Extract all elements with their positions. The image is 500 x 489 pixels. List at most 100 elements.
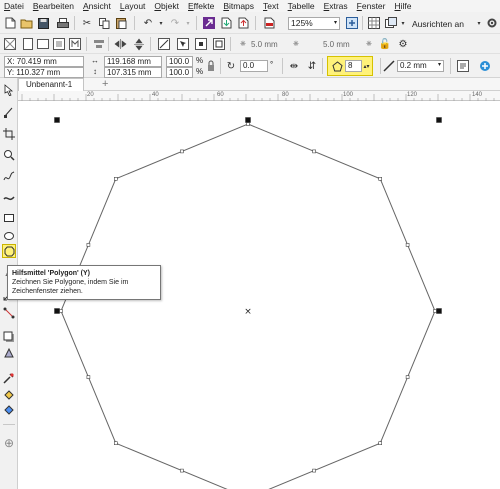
polygon-midpoint-node[interactable]: [180, 149, 184, 154]
menu-objekt[interactable]: Objekt: [154, 0, 179, 12]
outline-width-select[interactable]: 0.2 mm ▾: [397, 60, 444, 72]
redo-dropdown-icon[interactable]: ▾: [181, 16, 195, 30]
pick-tool-icon[interactable]: [2, 83, 16, 97]
print-icon[interactable]: [56, 16, 70, 30]
mirror-h-icon[interactable]: ⇹: [287, 59, 301, 73]
center-marker-icon[interactable]: ×: [244, 307, 252, 317]
polygon-vertex-node[interactable]: [246, 122, 250, 126]
menu-extras[interactable]: Extras: [324, 0, 348, 12]
height-field[interactable]: 107.315 mm: [104, 67, 162, 78]
menu-tabelle[interactable]: Tabelle: [288, 0, 315, 12]
paste-icon[interactable]: [114, 16, 128, 30]
wrap-text-icon[interactable]: [456, 59, 470, 73]
menu-ansicht[interactable]: Ansicht: [83, 0, 111, 12]
polygon-midpoint-node[interactable]: [312, 149, 316, 154]
polygon-vertex-node[interactable]: [114, 177, 118, 181]
connector-tool-icon[interactable]: [2, 306, 16, 320]
align-to-button[interactable]: Ausrichten an: [412, 19, 464, 29]
save-icon[interactable]: [36, 16, 50, 30]
y-position-field[interactable]: Y: 110.327 mm: [4, 67, 84, 78]
polygon-vertex-node[interactable]: [433, 309, 437, 313]
rotation-field[interactable]: 0.0: [240, 60, 268, 72]
rectangle-tool-icon[interactable]: [2, 211, 16, 225]
fullscreen-icon[interactable]: [345, 16, 359, 30]
menu-bitmaps[interactable]: Bitmaps: [223, 0, 254, 12]
selection-handle[interactable]: [245, 117, 251, 123]
polygon-sides-field[interactable]: 8: [345, 60, 362, 72]
polygon-tool-icon[interactable]: [2, 244, 16, 258]
portrait-icon[interactable]: [21, 37, 35, 51]
interactive-fill-tool-icon[interactable]: [2, 388, 16, 402]
nudge-distance-value[interactable]: 5.0 mm: [251, 40, 278, 50]
transparency-tool-icon[interactable]: [2, 346, 16, 360]
shape-tool-icon[interactable]: [2, 105, 16, 119]
align-icon[interactable]: [92, 37, 106, 51]
undo-dropdown-icon[interactable]: ▾: [154, 16, 168, 30]
page-size-icon[interactable]: [3, 37, 17, 51]
pick-icon[interactable]: [176, 37, 190, 51]
horizontal-ruler[interactable]: 20 40 60 80 100 120 140: [18, 91, 500, 101]
freehand-tool-icon[interactable]: [2, 169, 16, 183]
settings-gear-icon[interactable]: ⚙: [396, 37, 410, 51]
add-tab-button[interactable]: +: [102, 78, 108, 90]
selection-handle[interactable]: [436, 117, 442, 123]
menu-text[interactable]: Text: [263, 0, 279, 12]
options-icon[interactable]: [485, 16, 499, 30]
polygon-vertex-node[interactable]: [114, 441, 118, 446]
new-icon[interactable]: [3, 16, 17, 30]
menu-fenster[interactable]: Fenster: [357, 0, 386, 12]
selection-handle[interactable]: [54, 117, 60, 123]
drop-shadow-tool-icon[interactable]: [2, 330, 16, 344]
tab-document[interactable]: Unbenannt-1: [18, 78, 84, 91]
polygon-vertex-node[interactable]: [59, 309, 63, 313]
mirror-vertical-icon[interactable]: [132, 37, 146, 51]
menu-bearbeiten[interactable]: Bearbeiten: [33, 0, 74, 12]
ellipse-tool-icon[interactable]: [2, 229, 16, 243]
sides-spinner-icon[interactable]: ▴▾: [362, 59, 371, 73]
transform-icon[interactable]: [157, 37, 171, 51]
grid-icon[interactable]: [367, 16, 381, 30]
scale-x-field[interactable]: 100.0: [166, 56, 193, 67]
undo-icon[interactable]: ↶: [141, 16, 155, 30]
open-icon[interactable]: [19, 16, 33, 30]
color-eyedropper-tool-icon[interactable]: [2, 371, 16, 385]
polygon-midpoint-node[interactable]: [180, 468, 184, 473]
polygon-midpoint-node[interactable]: [86, 243, 91, 247]
menu-hilfe[interactable]: Hilfe: [394, 0, 411, 12]
zoom-level-select[interactable]: 125% ▾: [288, 17, 340, 30]
mirror-horizontal-icon[interactable]: [113, 37, 127, 51]
chevron-down-icon[interactable]: ▾: [396, 16, 410, 30]
quick-customize-icon[interactable]: [478, 59, 492, 73]
polygon-midpoint-node[interactable]: [312, 468, 316, 473]
export-icon[interactable]: [236, 16, 250, 30]
selection-handle[interactable]: [436, 308, 442, 314]
polygon-midpoint-node[interactable]: [405, 375, 410, 379]
frame-icon[interactable]: [212, 37, 226, 51]
zoom-tool-icon[interactable]: [2, 148, 16, 162]
page-icon[interactable]: [52, 37, 66, 51]
landscape-icon[interactable]: [36, 37, 50, 51]
menu-effekte[interactable]: Effekte: [188, 0, 214, 12]
super-nudge-value[interactable]: 5.0 mm: [323, 40, 350, 50]
crop-tool-icon[interactable]: [2, 127, 16, 141]
app-launcher-icon[interactable]: [202, 16, 216, 30]
units-icon[interactable]: [68, 37, 82, 51]
cut-icon[interactable]: ✂: [80, 16, 94, 30]
width-field[interactable]: 119.168 mm: [104, 56, 162, 67]
selection-handle[interactable]: [54, 308, 60, 314]
polygon-vertex-node[interactable]: [378, 177, 383, 181]
menu-datei[interactable]: Datei: [4, 0, 24, 12]
node-icon[interactable]: [194, 37, 208, 51]
align-to-dropdown-icon[interactable]: ▾: [472, 16, 486, 30]
lock-ratio-icon[interactable]: [204, 59, 218, 73]
polygon-vertex-node[interactable]: [378, 441, 383, 446]
x-position-field[interactable]: X: 70.419 mm: [4, 56, 84, 67]
menu-layout[interactable]: Layout: [120, 0, 146, 12]
redo-icon[interactable]: ↷: [168, 16, 182, 30]
mirror-v-icon[interactable]: ⇵: [305, 59, 319, 73]
smart-fill-tool-icon[interactable]: [2, 403, 16, 417]
scale-y-field[interactable]: 100.0: [166, 67, 193, 78]
customize-toolbox-icon[interactable]: ⊕: [2, 436, 16, 450]
import-icon[interactable]: [219, 16, 233, 30]
pdf-icon[interactable]: [262, 16, 276, 30]
